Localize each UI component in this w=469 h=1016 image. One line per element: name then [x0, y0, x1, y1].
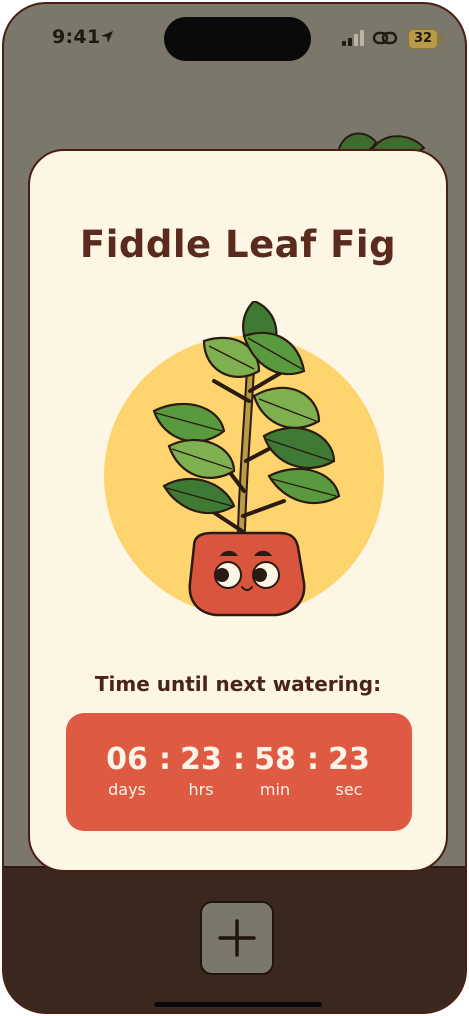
pot: [188, 531, 306, 617]
seconds-label: sec: [335, 780, 363, 799]
add-plant-button[interactable]: [200, 901, 274, 975]
watering-countdown-label: Time until next watering:: [94, 672, 382, 696]
status-bar: 9:41 32: [4, 4, 465, 74]
signal-icon: [342, 30, 364, 46]
hours-label: hrs: [188, 780, 214, 799]
link-icon: [372, 31, 398, 45]
minutes-label: min: [259, 780, 291, 799]
seconds-value: 23: [328, 742, 370, 777]
home-indicator[interactable]: [154, 1002, 322, 1007]
plus-icon: [218, 919, 256, 957]
plant-card[interactable]: Fiddle Leaf Fig Time until next watering…: [28, 149, 448, 872]
plant-illustration: [104, 301, 384, 617]
minutes-value: 58: [254, 742, 296, 777]
plant-name-title: Fiddle Leaf Fig: [79, 223, 397, 266]
days-value: 06: [106, 742, 148, 777]
status-time: 9:41: [52, 26, 101, 48]
watering-countdown: 06 days : 23 hrs : 58 min : 23 sec: [66, 713, 412, 831]
battery-icon: 32: [408, 29, 438, 49]
countdown-minutes: 58 min: [240, 743, 310, 801]
countdown-hours: 23 hrs: [166, 743, 236, 801]
phone-frame: 9:41 32 Fiddle Leaf Fig Time until next …: [2, 2, 467, 1014]
dynamic-island: [164, 17, 311, 61]
battery-cap: [439, 35, 442, 43]
countdown-seconds: 23 sec: [314, 743, 384, 801]
countdown-days: 06 days: [92, 743, 162, 801]
days-label: days: [108, 780, 146, 799]
location-arrow-icon: [101, 31, 113, 43]
hours-value: 23: [180, 742, 222, 777]
